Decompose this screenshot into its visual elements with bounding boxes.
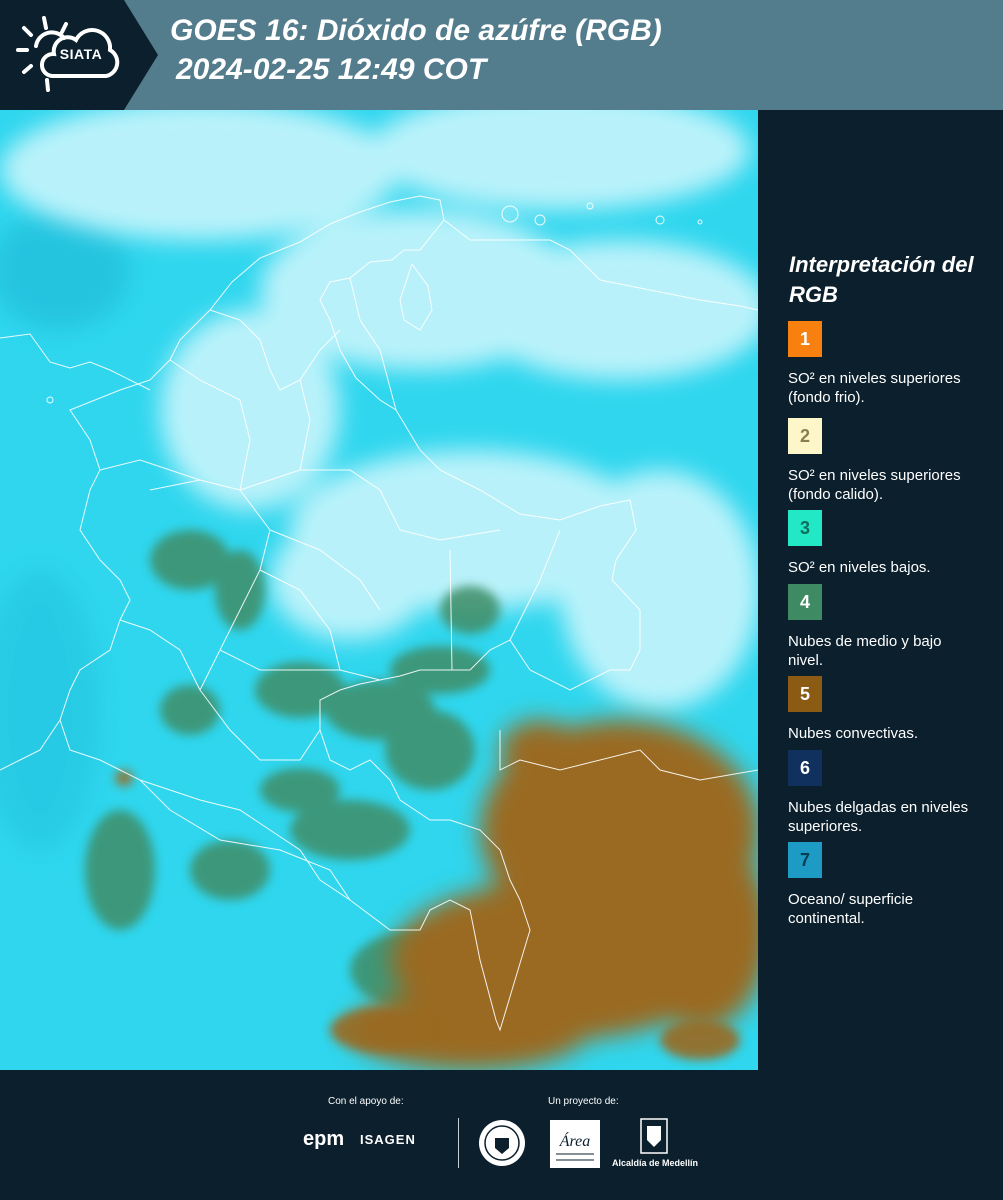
- legend-title: Interpretación del RGB: [789, 252, 974, 307]
- header-bar: SIATA GOES 16: Dióxido de azúfre (RGB) 2…: [0, 0, 1003, 110]
- legend-text-2: SO² en niveles superiores (fondo calido)…: [788, 467, 961, 503]
- legend-text-3: SO² en niveles bajos.: [788, 559, 931, 576]
- legend-swatch-5: 5: [788, 676, 822, 712]
- legend-swatch-6: 6: [788, 750, 822, 786]
- legend-text-5: Nubes convectivas.: [788, 725, 919, 742]
- project-label: Un proyecto de:: [548, 1096, 619, 1107]
- medellin-seal-icon: [479, 1120, 525, 1166]
- logo-panel: SIATA: [0, 0, 158, 110]
- satellite-image: [0, 110, 758, 1070]
- legend-swatch-3: 3: [788, 510, 822, 546]
- footer: Con el apoyo de: Un proyecto de: epm ISA…: [0, 1070, 1003, 1200]
- epm-logo: epm: [303, 1128, 345, 1150]
- isagen-logo: ISAGEN: [360, 1132, 416, 1147]
- alcaldia-label: Alcaldía de Medellín: [612, 1158, 699, 1168]
- legend-swatch-2: 2: [788, 418, 822, 454]
- area-logo-text: Área: [559, 1131, 591, 1150]
- area-metropolitana-logo-icon: Área: [550, 1120, 600, 1168]
- legend-item-5: 5 Nubes convectivas.: [788, 676, 998, 743]
- legend-panel: Interpretación del RGB 1 SO² en niveles …: [760, 110, 1003, 1070]
- legend-swatch-7: 7: [788, 842, 822, 878]
- legend-text-4: Nubes de medio y bajo nivel.: [788, 633, 942, 669]
- legend-swatch-4: 4: [788, 584, 822, 620]
- legend-item-3: 3 SO² en niveles bajos.: [788, 510, 998, 577]
- legend-text-6: Nubes delgadas en niveles superiores.: [788, 799, 969, 835]
- legend-item-1: 1 SO² en niveles superiores (fondo frio)…: [788, 321, 998, 407]
- satellite-map[interactable]: [0, 110, 758, 1070]
- alcaldia-shield-icon: [640, 1118, 668, 1154]
- legend-text-7: Oceano/ superficie continental.: [788, 891, 914, 927]
- legend-item-6: 6 Nubes delgadas en niveles superiores.: [788, 750, 998, 836]
- legend-swatch-1: 1: [788, 321, 822, 357]
- footer-divider: [458, 1118, 459, 1168]
- timestamp: 2024-02-25 12:49 COT: [176, 53, 487, 86]
- page-title: GOES 16: Dióxido de azúfre (RGB): [170, 14, 662, 47]
- support-label: Con el apoyo de:: [328, 1096, 404, 1107]
- siata-logo-text: SIATA: [59, 46, 103, 62]
- legend-text-1: SO² en niveles superiores (fondo frio).: [788, 370, 961, 406]
- legend-item-7: 7 Oceano/ superficie continental.: [788, 842, 998, 928]
- legend-item-4: 4 Nubes de medio y bajo nivel.: [788, 584, 998, 670]
- legend-item-2: 2 SO² en niveles superiores (fondo calid…: [788, 418, 998, 504]
